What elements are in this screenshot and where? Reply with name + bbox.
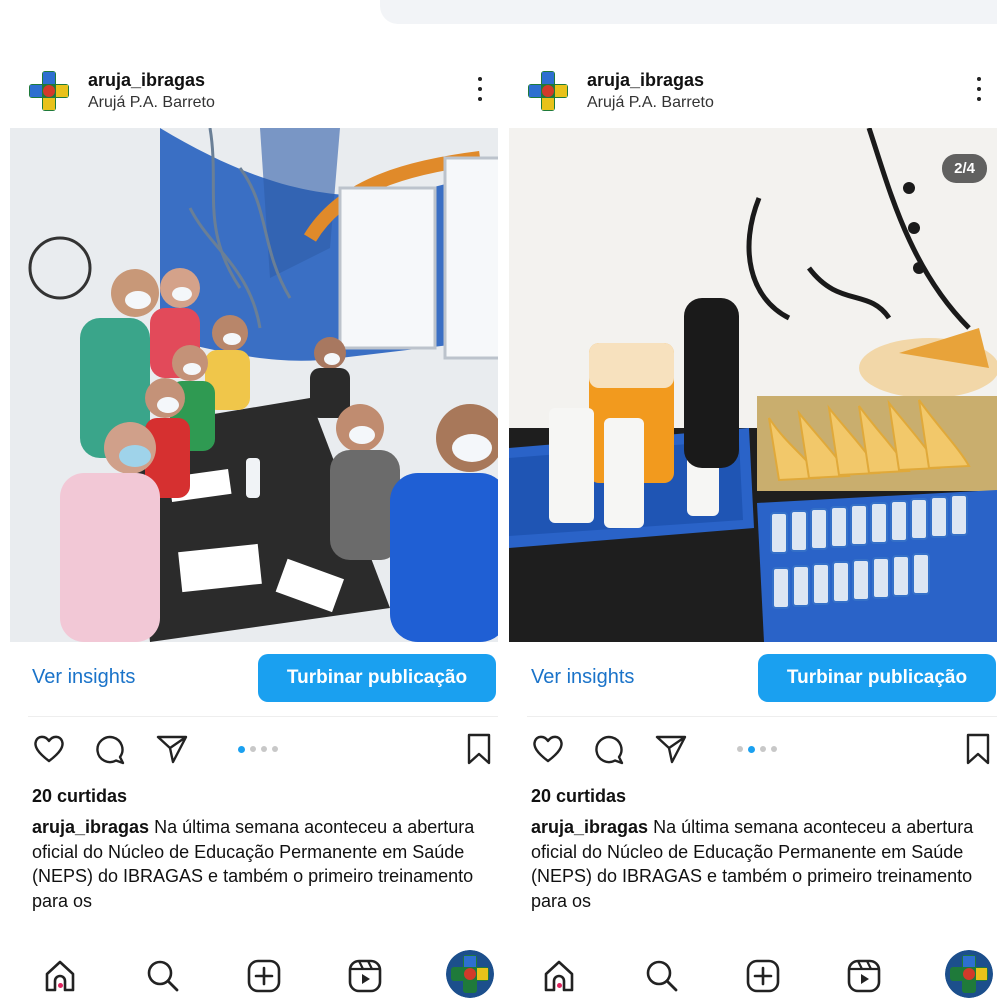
boost-post-button[interactable]: Turbinar publicação bbox=[758, 654, 996, 702]
account-avatar[interactable] bbox=[525, 68, 571, 114]
post-photo[interactable] bbox=[10, 128, 498, 642]
carousel-counter: 2/4 bbox=[942, 154, 987, 183]
group-training-photo bbox=[10, 128, 498, 642]
post-caption: aruja_ibragas Na última semana aconteceu… bbox=[32, 815, 482, 913]
home-icon[interactable] bbox=[539, 956, 579, 996]
heart-icon[interactable] bbox=[32, 732, 66, 766]
search-icon[interactable] bbox=[143, 956, 183, 996]
notification-dot bbox=[58, 983, 63, 988]
username[interactable]: aruja_ibragas bbox=[587, 70, 704, 91]
divider bbox=[527, 716, 997, 717]
bottom-navigation bbox=[499, 930, 997, 1006]
notification-dot bbox=[557, 983, 562, 988]
post-caption: aruja_ibragas Na última semana aconteceu… bbox=[531, 815, 981, 913]
likes-count[interactable]: 20 curtidas bbox=[531, 786, 626, 807]
send-icon[interactable] bbox=[654, 732, 688, 766]
snack-table-photo bbox=[509, 128, 997, 642]
caption-username[interactable]: aruja_ibragas bbox=[32, 817, 149, 837]
caption-username[interactable]: aruja_ibragas bbox=[531, 817, 648, 837]
post-panel-2: aruja_ibragas Arujá P.A. Barreto 2/4 Ver… bbox=[499, 0, 997, 1006]
bottom-navigation bbox=[0, 930, 498, 1006]
home-icon[interactable] bbox=[40, 956, 80, 996]
more-vertical-icon[interactable] bbox=[969, 74, 989, 104]
post-panel-1: aruja_ibragas Arujá P.A. Barreto Ver ins… bbox=[0, 0, 498, 1006]
carousel-indicator bbox=[238, 745, 278, 753]
location-link[interactable]: Arujá P.A. Barreto bbox=[587, 94, 714, 112]
send-icon[interactable] bbox=[155, 732, 189, 766]
location-link[interactable]: Arujá P.A. Barreto bbox=[88, 94, 215, 112]
bookmark-icon[interactable] bbox=[466, 732, 492, 766]
post-photo[interactable]: 2/4 bbox=[509, 128, 997, 642]
divider bbox=[28, 716, 498, 717]
create-icon[interactable] bbox=[743, 956, 783, 996]
profile-avatar[interactable] bbox=[446, 950, 494, 998]
profile-avatar[interactable] bbox=[945, 950, 993, 998]
create-icon[interactable] bbox=[244, 956, 284, 996]
post-actions bbox=[0, 724, 498, 770]
post-header: aruja_ibragas Arujá P.A. Barreto bbox=[499, 62, 997, 124]
bookmark-icon[interactable] bbox=[965, 732, 991, 766]
reels-icon[interactable] bbox=[345, 956, 385, 996]
view-insights-link[interactable]: Ver insights bbox=[32, 666, 135, 689]
account-avatar[interactable] bbox=[26, 68, 72, 114]
post-header: aruja_ibragas Arujá P.A. Barreto bbox=[0, 62, 498, 124]
comment-icon[interactable] bbox=[93, 732, 127, 766]
post-actions bbox=[499, 724, 997, 770]
carousel-indicator bbox=[737, 745, 777, 753]
search-icon[interactable] bbox=[642, 956, 682, 996]
username[interactable]: aruja_ibragas bbox=[88, 70, 205, 91]
view-insights-link[interactable]: Ver insights bbox=[531, 666, 634, 689]
heart-icon[interactable] bbox=[531, 732, 565, 766]
likes-count[interactable]: 20 curtidas bbox=[32, 786, 127, 807]
boost-post-button[interactable]: Turbinar publicação bbox=[258, 654, 496, 702]
reels-icon[interactable] bbox=[844, 956, 884, 996]
more-vertical-icon[interactable] bbox=[470, 74, 490, 104]
comment-icon[interactable] bbox=[592, 732, 626, 766]
